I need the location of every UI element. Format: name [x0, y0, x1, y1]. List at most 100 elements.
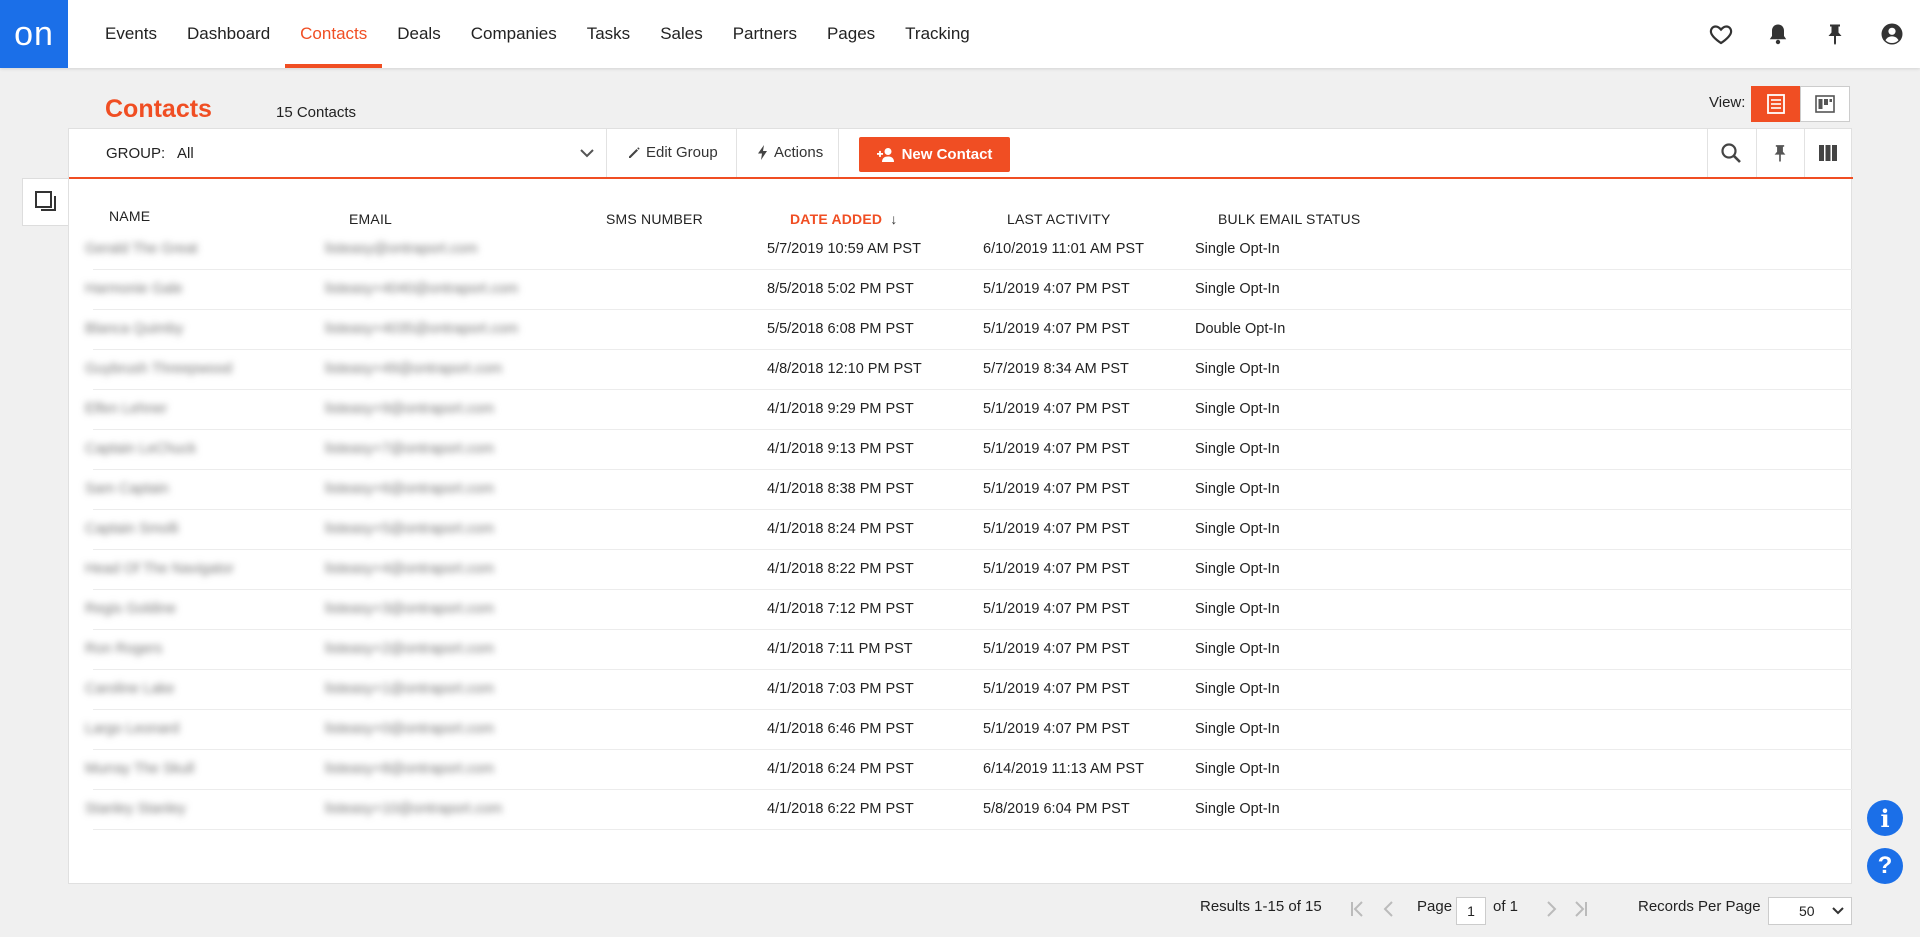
last-page-icon[interactable] — [1568, 899, 1590, 919]
list-view-button[interactable] — [1751, 86, 1801, 122]
contact-name: Guybrush Threepwood — [85, 361, 233, 377]
header-icons — [1692, 0, 1920, 68]
contact-bulk-email-status: Single Opt-In — [1195, 601, 1280, 617]
contact-date-added: 4/1/2018 7:03 PM PST — [767, 681, 914, 697]
column-header-last-activity[interactable]: LAST ACTIVITY — [1007, 211, 1111, 227]
contact-email: listeasy+7@ontraport.com — [325, 441, 495, 457]
side-panel-toggle[interactable] — [22, 178, 68, 226]
column-header-sms-number[interactable]: SMS NUMBER — [606, 211, 703, 227]
pin-icon[interactable] — [1806, 0, 1863, 68]
column-header-name[interactable]: NAME — [109, 208, 150, 224]
nav-sales[interactable]: Sales — [645, 0, 718, 68]
user-circle-icon[interactable] — [1863, 0, 1920, 68]
table-row[interactable]: Gerald The Great listeasy@ontraport.com 5/… — [85, 230, 1853, 270]
search-icon — [1721, 143, 1741, 163]
board-view-icon — [1815, 95, 1835, 113]
contact-bulk-email-status: Single Opt-In — [1195, 361, 1280, 377]
contact-last-activity: 5/1/2019 4:07 PM PST — [983, 401, 1130, 417]
contact-last-activity: 5/1/2019 4:07 PM PST — [983, 521, 1130, 537]
nav-contacts[interactable]: Contacts — [285, 0, 383, 68]
contact-last-activity: 5/1/2019 4:07 PM PST — [983, 641, 1130, 657]
contact-date-added: 5/7/2019 10:59 AM PST — [767, 241, 921, 257]
page-label: Page — [1417, 898, 1453, 915]
contact-email: listeasy+49@ontraport.com — [325, 361, 503, 377]
nav-events[interactable]: Events — [90, 0, 172, 68]
nav-partners[interactable]: Partners — [718, 0, 812, 68]
contact-date-added: 4/1/2018 9:29 PM PST — [767, 401, 914, 417]
table-row[interactable]: Captain Smolli listeasy+5@ontraport.com 4/… — [85, 510, 1853, 550]
toolbar-divider — [736, 129, 737, 177]
contact-name: Stanley Stanley — [85, 801, 186, 817]
chevron-down-icon[interactable] — [577, 143, 597, 163]
board-view-button[interactable] — [1800, 86, 1850, 122]
contact-count: 15 Contacts — [276, 104, 357, 121]
contact-bulk-email-status: Single Opt-In — [1195, 641, 1280, 657]
sort-arrow-icon: ↓ — [890, 211, 898, 227]
group-select[interactable]: All — [177, 145, 194, 162]
table-row[interactable]: Ron Rogers listeasy+2@ontraport.com 4/1/20… — [85, 630, 1853, 670]
contact-bulk-email-status: Single Opt-In — [1195, 721, 1280, 737]
contact-email: listeasy+5@ontraport.com — [325, 521, 495, 537]
contact-bulk-email-status: Double Opt-In — [1195, 321, 1286, 337]
view-label: View: — [1709, 94, 1746, 111]
contact-bulk-email-status: Single Opt-In — [1195, 401, 1280, 417]
contact-date-added: 4/1/2018 6:46 PM PST — [767, 721, 914, 737]
new-contact-button[interactable]: New Contact — [859, 137, 1010, 172]
contacts-panel: GROUP: All Edit Group Actions New Contac… — [68, 128, 1853, 884]
table-row[interactable]: Blanca Quimby listeasy+4035@ontraport.com… — [85, 310, 1853, 350]
actions-label: Actions — [774, 144, 824, 161]
pin-column-button[interactable] — [1756, 129, 1804, 177]
table-row[interactable]: Caroline Lake listeasy+1@ontraport.com 4/1… — [85, 670, 1853, 710]
toolbar: GROUP: All Edit Group Actions New Contac… — [69, 129, 1853, 179]
nav-companies[interactable]: Companies — [456, 0, 572, 68]
columns-icon — [1819, 145, 1837, 161]
contact-name: Largo Leonard — [85, 721, 180, 737]
add-user-icon — [876, 147, 894, 162]
nav-tasks[interactable]: Tasks — [572, 0, 645, 68]
contact-name: Head Of The Navigator — [85, 561, 234, 577]
previous-page-icon[interactable] — [1378, 899, 1400, 919]
nav-deals[interactable]: Deals — [382, 0, 455, 68]
bell-icon[interactable] — [1749, 0, 1806, 68]
nav-tracking[interactable]: Tracking — [890, 0, 985, 68]
table-row[interactable]: Captain LeChuck listeasy+7@ontraport.com 4… — [85, 430, 1853, 470]
table-row[interactable]: Regis Goldine listeasy+3@ontraport.com 4/1… — [85, 590, 1853, 630]
table-row[interactable]: Murray The Skull listeasy+8@ontraport.com… — [85, 750, 1853, 790]
contact-last-activity: 6/10/2019 11:01 AM PST — [983, 241, 1144, 257]
chevron-down-icon[interactable] — [1830, 903, 1846, 919]
search-button[interactable] — [1707, 129, 1755, 177]
help-button[interactable]: ? — [1867, 848, 1903, 884]
column-header-bulk-email-status[interactable]: BULK EMAIL STATUS — [1218, 211, 1360, 227]
contact-date-added: 4/1/2018 6:22 PM PST — [767, 801, 914, 817]
nav-dashboard[interactable]: Dashboard — [172, 0, 285, 68]
app-logo[interactable]: on — [0, 0, 68, 68]
columns-button[interactable] — [1804, 129, 1852, 177]
actions-button[interactable]: Actions — [757, 144, 823, 161]
contact-date-added: 4/1/2018 8:22 PM PST — [767, 561, 914, 577]
heart-icon[interactable] — [1692, 0, 1749, 68]
table-row[interactable]: Elfen Lehner listeasy+9@ontraport.com 4/1/… — [85, 390, 1853, 430]
contact-bulk-email-status: Single Opt-In — [1195, 241, 1280, 257]
table-row[interactable]: Stanley Stanley listeasy+10@ontraport.com… — [85, 790, 1853, 830]
contact-date-added: 4/1/2018 8:24 PM PST — [767, 521, 914, 537]
contact-date-added: 4/1/2018 8:38 PM PST — [767, 481, 914, 497]
column-header-email[interactable]: EMAIL — [349, 211, 392, 227]
page-number-input[interactable]: 1 — [1456, 897, 1486, 925]
first-page-icon[interactable] — [1348, 899, 1370, 919]
table-row[interactable]: Sam Captain listeasy+6@ontraport.com 4/1/2… — [85, 470, 1853, 510]
table-row[interactable]: Largo Leonard listeasy+0@ontraport.com 4/1… — [85, 710, 1853, 750]
contact-name: Sam Captain — [85, 481, 169, 497]
table-row[interactable]: Head Of The Navigator listeasy+4@ontrapor… — [85, 550, 1853, 590]
next-page-icon[interactable] — [1540, 899, 1562, 919]
contact-name: Regis Goldine — [85, 601, 177, 617]
lightning-icon — [758, 145, 767, 160]
table-row[interactable]: Harmonie Gale listeasy+4040@ontraport.com… — [85, 270, 1853, 310]
contact-email: listeasy+6@ontraport.com — [325, 481, 495, 497]
table-row[interactable]: Guybrush Threepwood listeasy+49@ontraport… — [85, 350, 1853, 390]
nav-pages[interactable]: Pages — [812, 0, 890, 68]
contact-email: listeasy+4035@ontraport.com — [325, 321, 519, 337]
group-label: GROUP: — [106, 145, 166, 162]
column-header-date-added[interactable]: DATE ADDED ↓ — [790, 211, 898, 227]
edit-group-button[interactable]: Edit Group — [627, 144, 718, 161]
info-button[interactable]: i — [1867, 800, 1903, 836]
